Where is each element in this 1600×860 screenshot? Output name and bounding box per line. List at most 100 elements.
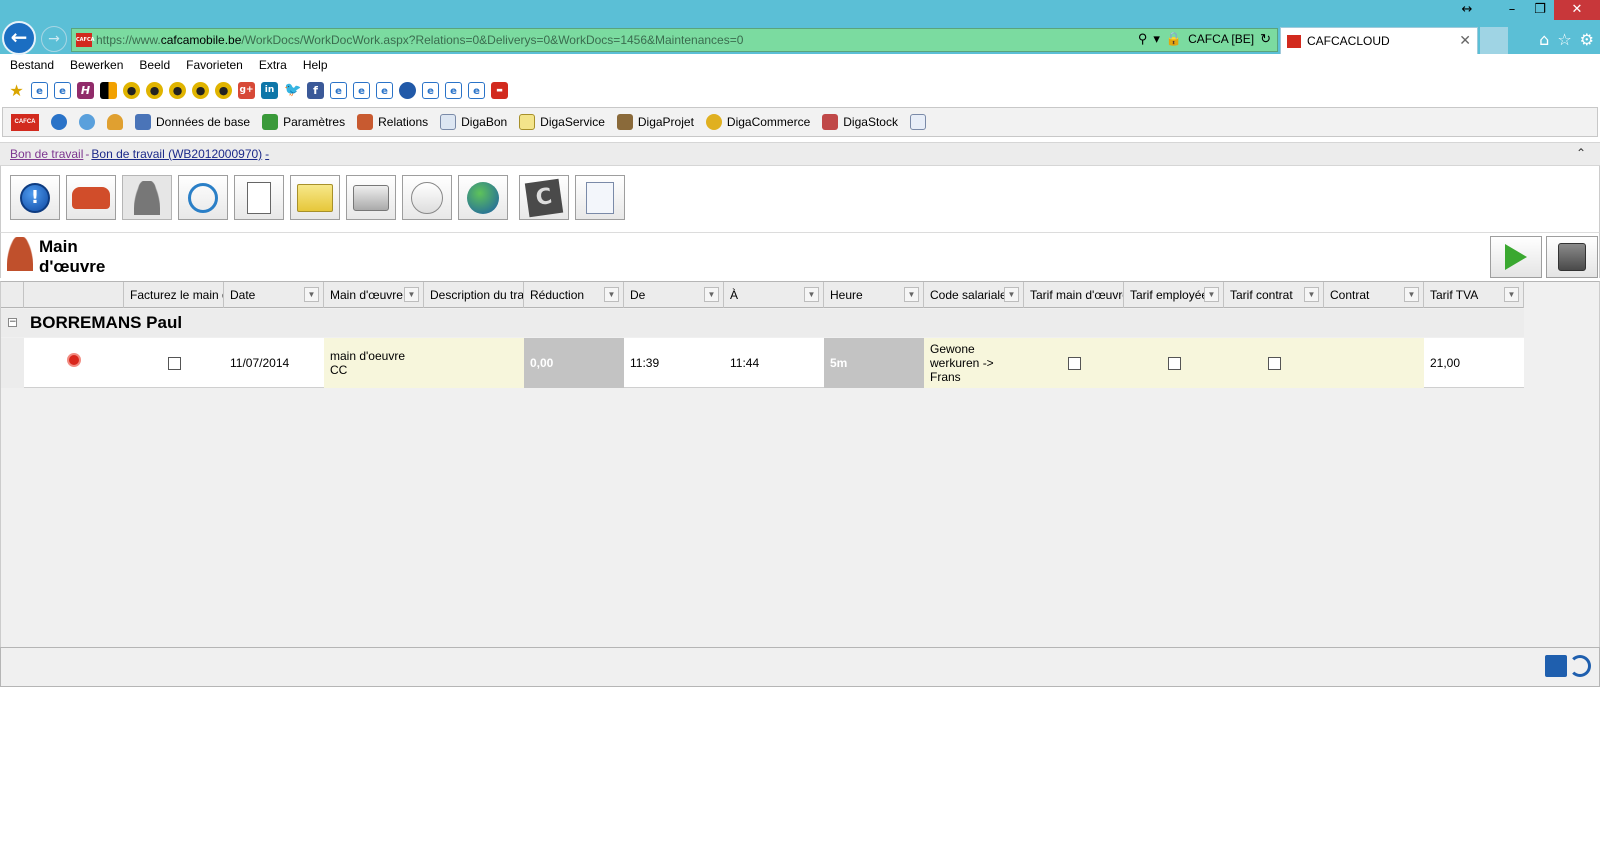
breadcrumb-link-bon-de-travail[interactable]: Bon de travail xyxy=(10,147,83,161)
energy-button[interactable] xyxy=(178,175,228,220)
menu-bestand[interactable]: Bestand xyxy=(10,58,54,72)
ie-link-icon[interactable]: e xyxy=(353,81,370,99)
bookmark-icon[interactable] xyxy=(100,81,117,99)
toolbar-digastock[interactable]: DigaStock xyxy=(822,114,898,130)
home-icon[interactable]: ⌂ xyxy=(1539,30,1549,49)
sync-icon[interactable] xyxy=(79,114,95,130)
ie-link-icon[interactable]: e xyxy=(31,81,48,99)
web-button[interactable] xyxy=(458,175,508,220)
toolbar-relations[interactable]: Relations xyxy=(357,114,428,130)
menu-favorieten[interactable]: Favorieten xyxy=(186,58,243,72)
tomtom-icon[interactable]: ● xyxy=(169,81,186,99)
linkedin-icon[interactable]: in xyxy=(261,81,278,99)
column-header[interactable]: De ▼ xyxy=(624,282,724,308)
column-header[interactable]: Heure ▼ xyxy=(824,282,924,308)
contract-cell[interactable] xyxy=(1324,338,1424,388)
toolbar-digacommerce[interactable]: DigaCommerce xyxy=(705,114,810,130)
tomtom-icon[interactable]: ● xyxy=(192,81,209,99)
vat-rate-cell[interactable]: 21,00 xyxy=(1424,338,1524,388)
collapse-group-icon[interactable]: − xyxy=(8,318,17,327)
toolbar-digaprojet[interactable]: DigaProjet xyxy=(616,114,694,130)
labour-button[interactable] xyxy=(122,175,172,220)
minimize-button[interactable]: – xyxy=(1498,0,1526,20)
cafca-logo[interactable]: CAFCA xyxy=(11,113,39,131)
column-header[interactable]: Réduction ▼ xyxy=(524,282,624,308)
labour-cell[interactable]: main d'oeuvre CC xyxy=(324,338,424,388)
ie-link-icon[interactable]: e xyxy=(468,81,485,99)
favorites-star-icon[interactable]: ☆ xyxy=(1557,30,1571,49)
google-plus-icon[interactable]: g+ xyxy=(238,81,255,99)
filter-dropdown-icon[interactable]: ▼ xyxy=(1004,287,1019,302)
print-button[interactable] xyxy=(346,175,396,220)
toolbar-digabon[interactable]: DigaBon xyxy=(440,114,507,130)
cafca-link-icon[interactable]: ▬ xyxy=(491,81,508,99)
delete-icon[interactable] xyxy=(67,353,81,367)
contract-rate-checkbox[interactable] xyxy=(1267,356,1281,370)
undo-icon[interactable] xyxy=(1569,655,1591,677)
employee-rate-checkbox[interactable] xyxy=(1167,356,1181,370)
column-header[interactable]: Date ▼ xyxy=(224,282,324,308)
filter-dropdown-icon[interactable]: ▼ xyxy=(704,287,719,302)
doc-settings-button[interactable] xyxy=(575,175,625,220)
invoice-checkbox[interactable] xyxy=(167,356,181,370)
date-cell[interactable]: 11/07/2014 xyxy=(224,338,324,388)
menu-help[interactable]: Help xyxy=(303,58,328,72)
column-header[interactable]: Tarif main d'œuvre xyxy=(1024,282,1124,308)
filter-dropdown-icon[interactable]: ▼ xyxy=(1504,287,1519,302)
wage-code-cell[interactable]: Gewone werkuren -> Frans xyxy=(924,338,1024,388)
new-tab-button[interactable] xyxy=(1480,27,1508,54)
filter-dropdown-icon[interactable]: ▼ xyxy=(1204,287,1219,302)
document-button[interactable] xyxy=(234,175,284,220)
toolbar-digaservice[interactable]: DigaService xyxy=(519,114,605,130)
ie-link-icon[interactable]: e xyxy=(422,81,439,99)
breadcrumb-link-current[interactable]: Bon de travail (WB2012000970) xyxy=(91,147,262,161)
cafca-button[interactable]: C xyxy=(519,175,569,220)
filter-dropdown-icon[interactable]: ▼ xyxy=(404,287,419,302)
toolbar-parametres[interactable]: Paramètres xyxy=(262,114,345,130)
user-icon[interactable] xyxy=(107,114,123,130)
ie-link-icon[interactable]: e xyxy=(330,81,347,99)
filter-dropdown-icon[interactable]: ▼ xyxy=(304,287,319,302)
filter-dropdown-icon[interactable]: ▼ xyxy=(1304,287,1319,302)
labour-rate-checkbox[interactable] xyxy=(1067,356,1081,370)
globe-icon[interactable] xyxy=(51,114,67,130)
menu-bewerken[interactable]: Bewerken xyxy=(70,58,123,72)
hours-cell[interactable]: 5m xyxy=(824,338,924,388)
folder-button[interactable] xyxy=(290,175,340,220)
menu-beeld[interactable]: Beeld xyxy=(139,58,170,72)
timesheet-button[interactable] xyxy=(402,175,452,220)
filter-dropdown-icon[interactable]: ▼ xyxy=(604,287,619,302)
tomtom-icon[interactable]: ● xyxy=(215,81,232,99)
column-header[interactable]: Code salariale ▼ xyxy=(924,282,1024,308)
security-label[interactable]: CAFCA [BE] xyxy=(1188,32,1254,46)
reduction-cell[interactable]: 0,00 xyxy=(524,338,624,388)
ie-link-icon[interactable]: e xyxy=(54,81,71,99)
vehicle-button[interactable] xyxy=(66,175,116,220)
column-header[interactable]: Facturez le main d'œuvre xyxy=(124,282,224,308)
url-text[interactable]: https://www.cafcamobile.be/WorkDocs/Work… xyxy=(96,33,743,47)
stop-button[interactable] xyxy=(1546,236,1598,278)
back-button[interactable]: ← xyxy=(2,21,36,55)
start-button[interactable] xyxy=(1490,236,1542,278)
filter-dropdown-icon[interactable]: ▼ xyxy=(904,287,919,302)
forward-button[interactable]: → xyxy=(41,26,67,52)
save-icon[interactable] xyxy=(1545,655,1567,677)
column-header[interactable]: Tarif employée ▼ xyxy=(1124,282,1224,308)
browser-tab[interactable]: CAFCACLOUD ✕ xyxy=(1280,27,1478,54)
filter-dropdown-icon[interactable]: ▼ xyxy=(1404,287,1419,302)
description-cell[interactable] xyxy=(424,338,524,388)
tomtom-icon[interactable]: ● xyxy=(123,81,140,99)
ie-link-icon[interactable]: e xyxy=(376,81,393,99)
to-cell[interactable]: 11:44 xyxy=(724,338,824,388)
menu-extra[interactable]: Extra xyxy=(259,58,287,72)
column-header[interactable]: À ▼ xyxy=(724,282,824,308)
ie-link-icon[interactable]: e xyxy=(445,81,462,99)
column-header[interactable]: Tarif TVA ▼ xyxy=(1424,282,1524,308)
twitter-icon[interactable]: 🐦 xyxy=(284,82,301,99)
tomtom-icon[interactable]: ● xyxy=(146,81,163,99)
globe-icon[interactable] xyxy=(399,81,416,99)
toolbar-donnees-de-base[interactable]: Données de base xyxy=(135,114,250,130)
add-favorite-icon[interactable]: ★ xyxy=(8,82,25,99)
resize-icon[interactable]: ↔ xyxy=(1450,0,1484,20)
column-header[interactable]: Description du travail xyxy=(424,282,524,308)
